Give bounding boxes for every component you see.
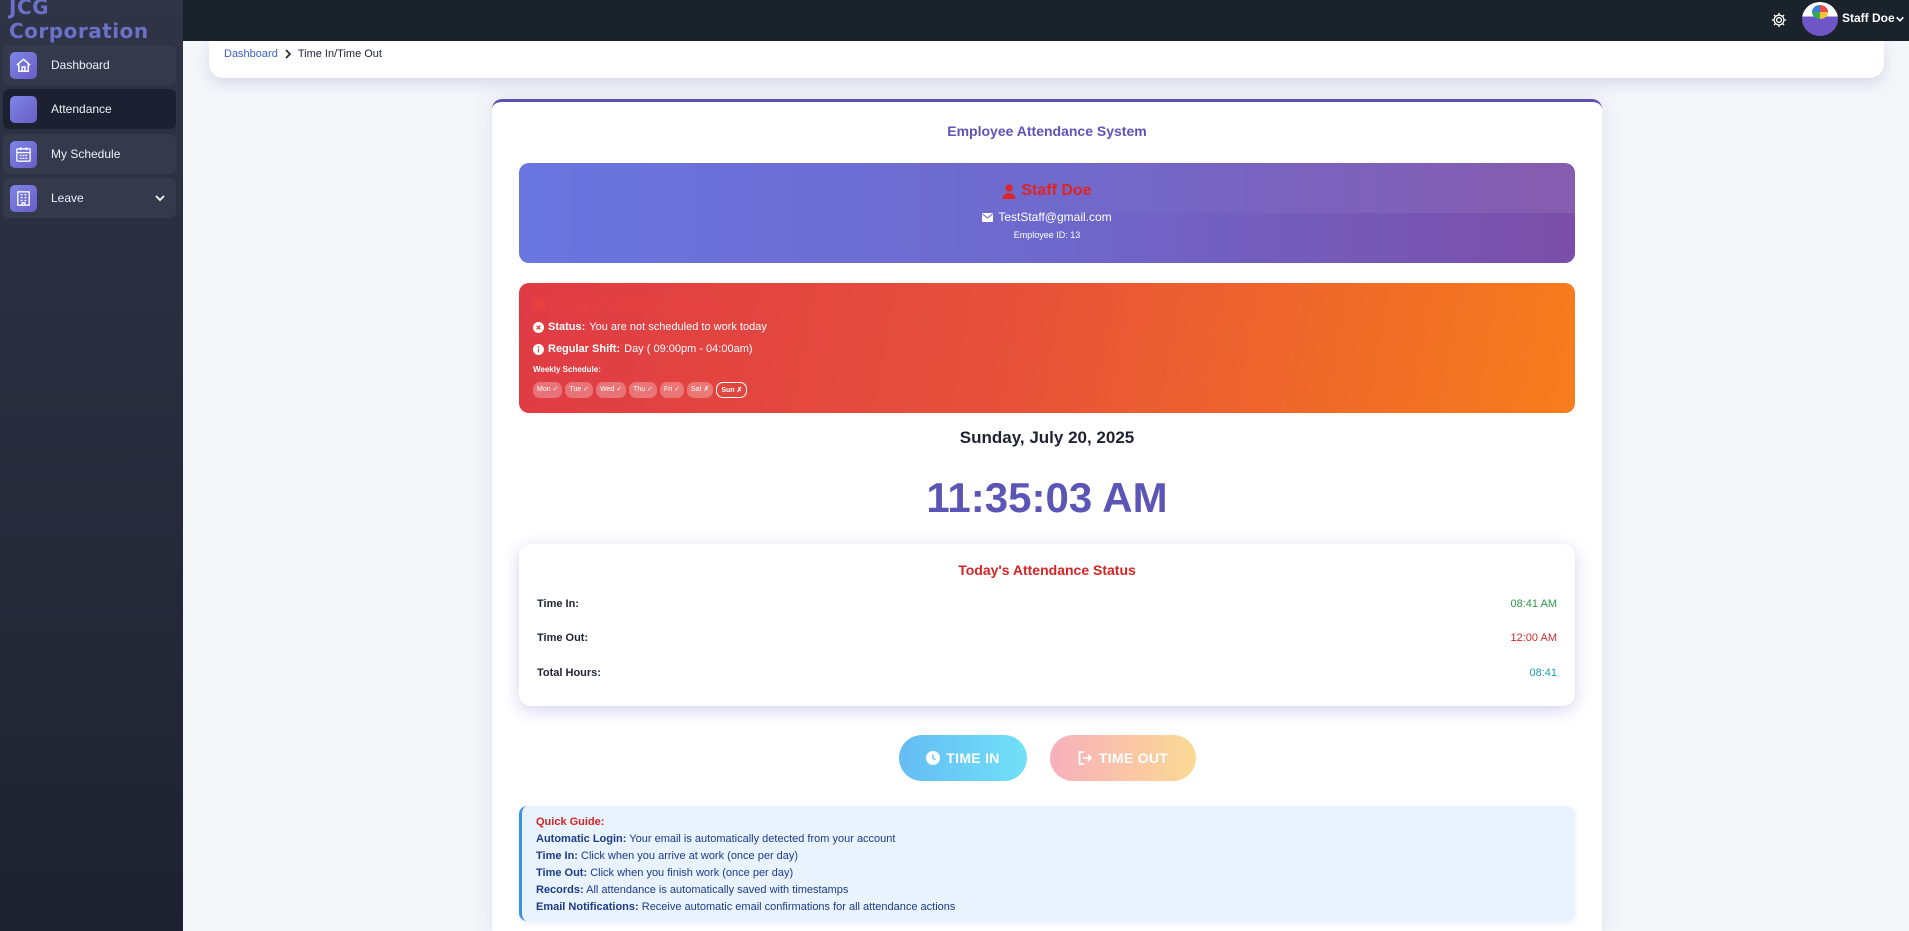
guide-line-email: Email Notifications: Receive automatic e… (536, 899, 1575, 916)
guide-line-login: Automatic Login: Your email is automatic… (536, 831, 1575, 848)
info-icon (533, 343, 544, 355)
chevron-down-icon[interactable] (1895, 14, 1905, 24)
guide-line-time-in: Time In: Click when you arrive at work (… (536, 848, 1575, 865)
employee-email-row: TestStaff@gmail.com (519, 210, 1575, 224)
page-title: Employee Attendance System (947, 123, 1147, 139)
time-out-row: Time Out: 12:00 AM (537, 632, 1557, 644)
shift-value: Day ( 09:00pm - 04:00am) (624, 343, 753, 355)
time-in-row: Time In: 08:41 AM (537, 598, 1557, 610)
quick-guide: Quick Guide: Automatic Login: Your email… (519, 806, 1575, 921)
live-clock: 11:35:03 AM (926, 474, 1168, 521)
time-out-label: Time Out: (537, 632, 589, 644)
sidebar-item-attendance[interactable]: Attendance (3, 89, 176, 129)
guide-key: Time Out: (536, 867, 588, 879)
total-hours-label: Total Hours: (537, 667, 601, 679)
breadcrumb-link-dashboard[interactable]: Dashboard (224, 48, 278, 60)
shift-label: Regular Shift: (548, 343, 621, 355)
day-badge-wed: Wed ✓ (596, 382, 627, 398)
schedule-status-row: Status: You are not scheduled to work to… (533, 321, 767, 333)
day-badge-tue: Tue ✓ (565, 382, 594, 398)
brand-logo[interactable]: JCG Corporation (9, 0, 149, 43)
attendance-status-card: Today's Attendance Status Time In: 08:41… (519, 544, 1575, 706)
schedule-title-row: Today's Schedule (Sunday) (533, 296, 731, 312)
status-label: Status: (548, 321, 586, 333)
day-badge-sun: Sun ✗ (716, 382, 748, 398)
sidebar-item-label: Leave (51, 191, 84, 205)
user-name[interactable]: Staff Doe (1842, 11, 1895, 25)
sign-out-icon (1078, 751, 1093, 765)
day-badge-fri: Fri ✓ (660, 382, 684, 398)
guide-line-time-out: Time Out: Click when you finish work (on… (536, 865, 1575, 882)
guide-value: Your email is automatically detected fro… (629, 833, 896, 845)
schedule-card: Today's Schedule (Sunday) Status: You ar… (519, 283, 1575, 413)
sidebar-item-dashboard[interactable]: Dashboard (3, 45, 176, 85)
attendance-icon (10, 95, 37, 123)
employee-id: Employee ID: 13 (1013, 230, 1081, 240)
weekly-schedule-days: Mon ✓ Tue ✓ Wed ✓ Thu ✓ Fri ✓ Sat ✗ Sun … (533, 382, 748, 398)
guide-key: Automatic Login: (536, 833, 627, 845)
avatar[interactable] (1802, 2, 1838, 36)
avatar-logo-icon (1812, 5, 1828, 19)
guide-value: Click when you finish work (once per day… (590, 867, 794, 879)
calendar-icon (10, 140, 37, 168)
sidebar-item-label: Attendance (51, 102, 112, 116)
breadcrumb-bar: Dashboard Time In/Time Out (209, 40, 1884, 78)
day-badge-mon: Mon ✓ (533, 382, 563, 398)
total-hours-value: 08:41 (1529, 667, 1557, 679)
breadcrumb: Dashboard Time In/Time Out (224, 48, 382, 60)
guide-key: Records: (536, 884, 584, 896)
schedule-title: Today's Schedule (Sunday) (550, 296, 732, 312)
sidebar-item-my-schedule[interactable]: My Schedule (3, 134, 176, 174)
time-in-button-label: TIME IN (946, 750, 1000, 766)
sidebar-item-label: Dashboard (51, 58, 110, 72)
guide-key: Time In: (536, 850, 578, 862)
status-value: You are not scheduled to work today (589, 321, 767, 333)
employee-card: Staff Doe TestStaff@gmail.com Employee I… (519, 163, 1575, 263)
home-icon (10, 51, 37, 79)
total-hours-row: Total Hours: 08:41 (537, 667, 1557, 679)
calendar-icon (533, 299, 545, 310)
gear-icon[interactable] (1770, 11, 1788, 29)
breadcrumb-current: Time In/Time Out (297, 48, 382, 60)
employee-name-row: Staff Doe (519, 182, 1575, 200)
weekly-schedule-label: Weekly Schedule: (533, 365, 601, 374)
schedule-shift-row: Regular Shift: Day ( 09:00pm - 04:00am) (533, 343, 753, 355)
times-circle-icon (533, 321, 544, 333)
time-in-value: 08:41 AM (1510, 598, 1557, 610)
guide-line-records: Records: All attendance is automatically… (536, 882, 1575, 899)
chevron-right-icon (284, 49, 292, 59)
guide-value: All attendance is automatically saved wi… (586, 884, 849, 896)
time-out-value: 12:00 AM (1510, 632, 1557, 644)
employee-name: Staff Doe (1021, 182, 1092, 199)
time-out-button-label: TIME OUT (1098, 750, 1169, 766)
current-date: Sunday, July 20, 2025 (959, 428, 1135, 447)
employee-email: TestStaff@gmail.com (998, 210, 1112, 224)
sidebar-item-label: My Schedule (51, 147, 121, 161)
user-icon (1002, 183, 1016, 199)
chevron-down-icon[interactable] (154, 192, 166, 204)
day-badge-sat: Sat ✗ (687, 382, 714, 398)
time-in-label: Time In: (537, 598, 579, 610)
guide-value: Click when you arrive at work (once per … (581, 850, 799, 862)
time-out-button[interactable]: TIME OUT (1050, 735, 1196, 781)
clock-icon (926, 751, 941, 765)
leave-icon (10, 184, 37, 212)
top-navbar (183, 0, 1909, 41)
brand-line-2: Corporation (9, 19, 149, 43)
quick-guide-title: Quick Guide: (536, 816, 605, 828)
sidebar: JCG Corporation Dashboard Attendance My … (0, 0, 183, 931)
day-badge-thu: Thu ✓ (629, 382, 658, 398)
status-title: Today's Attendance Status (958, 562, 1136, 578)
sidebar-item-leave[interactable]: Leave (3, 178, 176, 218)
envelope-icon (982, 212, 994, 222)
time-in-button[interactable]: TIME IN (899, 735, 1027, 781)
guide-key: Email Notifications: (536, 901, 639, 913)
guide-value: Receive automatic email confirmations fo… (641, 901, 956, 913)
brand-line-1: JCG (9, 0, 50, 19)
